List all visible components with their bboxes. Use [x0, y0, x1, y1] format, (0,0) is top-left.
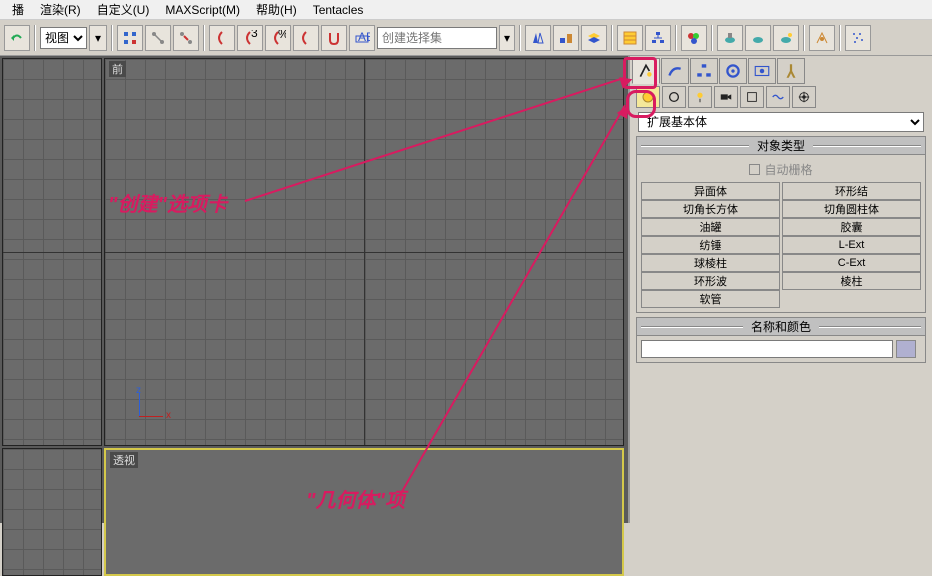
- object-type-button[interactable]: C-Ext: [782, 254, 921, 272]
- object-type-button[interactable]: 环形结: [782, 182, 921, 200]
- systems-subtab[interactable]: [792, 86, 816, 108]
- utilities-tab[interactable]: [777, 58, 805, 84]
- curve-editor-icon[interactable]: [617, 25, 643, 51]
- autogrid-checkbox[interactable]: 自动栅格: [641, 159, 921, 180]
- menu-ellipsis[interactable]: 播: [4, 0, 32, 20]
- svg-text:ABC: ABC: [358, 30, 370, 44]
- motion-tab[interactable]: [719, 58, 747, 84]
- geometry-subtab[interactable]: [636, 86, 660, 108]
- display-tab[interactable]: [748, 58, 776, 84]
- menu-tentacles[interactable]: Tentacles: [305, 1, 372, 19]
- schematic-icon[interactable]: [645, 25, 671, 51]
- selection-set-input[interactable]: [377, 27, 497, 49]
- object-type-button[interactable]: 纺锤: [641, 236, 780, 254]
- command-panel: 扩展基本体 对象类型 自动栅格 异面体环形结切角长方体切角圆柱体油罐胶囊纺锤L-…: [628, 56, 932, 523]
- material-icon[interactable]: [681, 25, 707, 51]
- viewport-bottom-left[interactable]: [2, 448, 102, 576]
- command-panel-tabs: [632, 58, 930, 84]
- object-type-button[interactable]: 环形波: [641, 272, 780, 290]
- create-subtabs: [632, 86, 930, 108]
- hierarchy-tab[interactable]: [690, 58, 718, 84]
- snap-move-icon[interactable]: [209, 25, 235, 51]
- keyframe-icon[interactable]: ▾: [89, 25, 107, 51]
- snap-angle-icon[interactable]: 3: [237, 25, 263, 51]
- quick-render-icon[interactable]: [773, 25, 799, 51]
- axis-gizmo: zx: [135, 385, 171, 421]
- svg-text:3: 3: [251, 30, 258, 40]
- render-frame-icon[interactable]: [745, 25, 771, 51]
- mirror-icon[interactable]: [525, 25, 551, 51]
- viewport-top-left[interactable]: [2, 58, 102, 446]
- name-color-rollout: 名称和颜色: [636, 317, 926, 363]
- layer-icon[interactable]: [581, 25, 607, 51]
- category-dropdown[interactable]: 扩展基本体: [638, 112, 924, 132]
- lights-subtab[interactable]: [688, 86, 712, 108]
- rollout-title-objtype: 对象类型: [757, 137, 805, 154]
- magnet-icon[interactable]: [321, 25, 347, 51]
- particle-icon[interactable]: [845, 25, 871, 51]
- viewport-label-front: 前: [109, 61, 126, 77]
- modify-tab[interactable]: [661, 58, 689, 84]
- object-color-swatch[interactable]: [896, 340, 916, 358]
- select-all-icon[interactable]: [117, 25, 143, 51]
- object-type-button[interactable]: 胶囊: [782, 218, 921, 236]
- viewport-front[interactable]: 前 zx: [104, 58, 624, 446]
- object-type-button[interactable]: 切角长方体: [641, 200, 780, 218]
- align-icon[interactable]: [553, 25, 579, 51]
- object-name-input[interactable]: [641, 340, 893, 358]
- svg-text:%: %: [278, 30, 286, 41]
- link-icon[interactable]: [145, 25, 171, 51]
- render-setup-icon[interactable]: [717, 25, 743, 51]
- menu-render[interactable]: 渲染(R): [32, 0, 89, 20]
- selset-dropdown-icon[interactable]: ▾: [499, 25, 515, 51]
- reactor-icon[interactable]: [809, 25, 835, 51]
- snap-percent-icon[interactable]: %: [265, 25, 291, 51]
- object-type-button[interactable]: 球棱柱: [641, 254, 780, 272]
- object-type-button[interactable]: 软管: [641, 290, 780, 308]
- view-dropdown[interactable]: 视图: [40, 27, 87, 49]
- viewport-area: 前 zx 透视: [0, 56, 628, 523]
- menu-help[interactable]: 帮助(H): [248, 0, 305, 20]
- selset-toggle-icon[interactable]: ABC: [349, 25, 375, 51]
- object-type-button[interactable]: 切角圆柱体: [782, 200, 921, 218]
- object-type-button[interactable]: 异面体: [641, 182, 780, 200]
- main-toolbar: 视图 ▾ 3 % ABC ▾: [0, 20, 932, 56]
- undo-icon[interactable]: [4, 25, 30, 51]
- menu-maxscript[interactable]: MAXScript(M): [157, 1, 248, 19]
- cameras-subtab[interactable]: [714, 86, 738, 108]
- object-type-button[interactable]: L-Ext: [782, 236, 921, 254]
- helpers-subtab[interactable]: [740, 86, 764, 108]
- menu-bar: 播 渲染(R) 自定义(U) MAXScript(M) 帮助(H) Tentac…: [0, 0, 932, 20]
- rollout-title-namecolor: 名称和颜色: [751, 318, 811, 335]
- create-tab[interactable]: [632, 58, 660, 84]
- viewport-label-persp: 透视: [110, 452, 138, 468]
- shapes-subtab[interactable]: [662, 86, 686, 108]
- viewport-perspective[interactable]: 透视: [104, 448, 624, 576]
- unlink-icon[interactable]: [173, 25, 199, 51]
- object-type-button[interactable]: 油罐: [641, 218, 780, 236]
- object-type-rollout: 对象类型 自动栅格 异面体环形结切角长方体切角圆柱体油罐胶囊纺锤L-Ext球棱柱…: [636, 136, 926, 313]
- menu-custom[interactable]: 自定义(U): [89, 0, 158, 20]
- snap-spinner-icon[interactable]: [293, 25, 319, 51]
- spacewarps-subtab[interactable]: [766, 86, 790, 108]
- object-type-button[interactable]: 棱柱: [782, 272, 921, 290]
